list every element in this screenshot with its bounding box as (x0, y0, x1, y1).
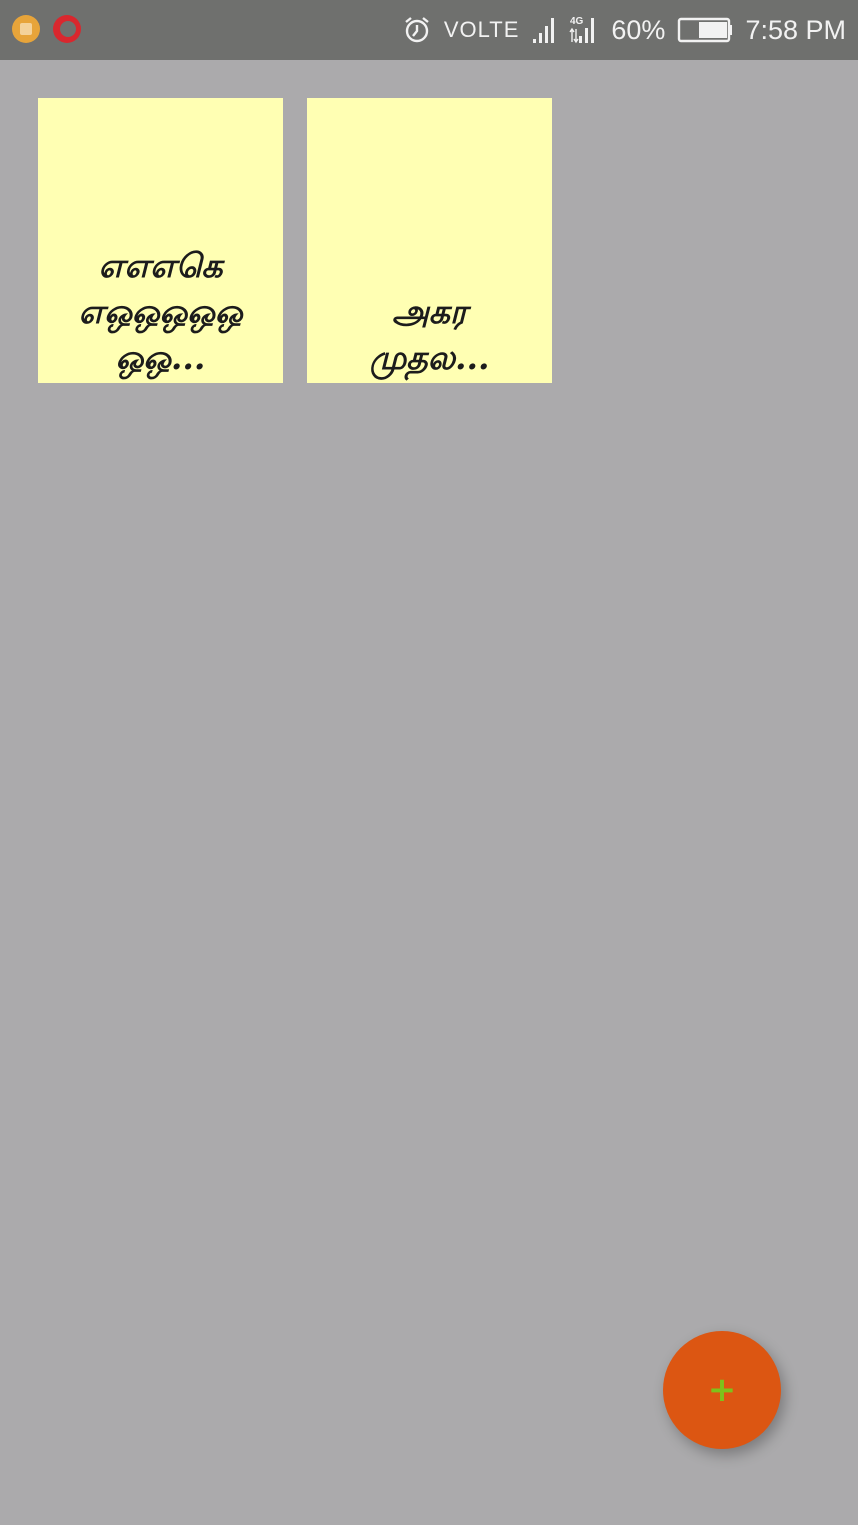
battery-percent: 60% (611, 15, 666, 45)
status-bar: VOLTE 4G 60% 7:58 PM (0, 0, 858, 60)
signal-icon (531, 15, 557, 45)
network-label: VOLTE (443, 17, 520, 42)
data-signal-icon: 4G (569, 14, 599, 46)
add-note-button[interactable]: + (663, 1331, 781, 1449)
note-text: எஎஎகெ எஒஒஒஒஒ ஒஒ... (78, 246, 243, 377)
data-type-label: 4G (570, 16, 584, 27)
alarm-icon (402, 15, 432, 45)
note-card[interactable]: அகர முதல... (307, 98, 552, 383)
notes-grid: எஎஎகெ எஒஒஒஒஒ ஒஒ... அகர முதல... (38, 98, 552, 383)
note-text: அகர முதல... (369, 292, 490, 377)
notification-app-icon (12, 15, 40, 43)
opera-mini-icon (53, 15, 81, 43)
clock: 7:58 PM (745, 15, 846, 45)
battery-icon (677, 16, 733, 44)
note-card[interactable]: எஎஎகெ எஒஒஒஒஒ ஒஒ... (38, 98, 283, 383)
add-icon: + (707, 1370, 737, 1410)
status-indicators: VOLTE 4G 60% 7:58 PM (402, 0, 846, 60)
